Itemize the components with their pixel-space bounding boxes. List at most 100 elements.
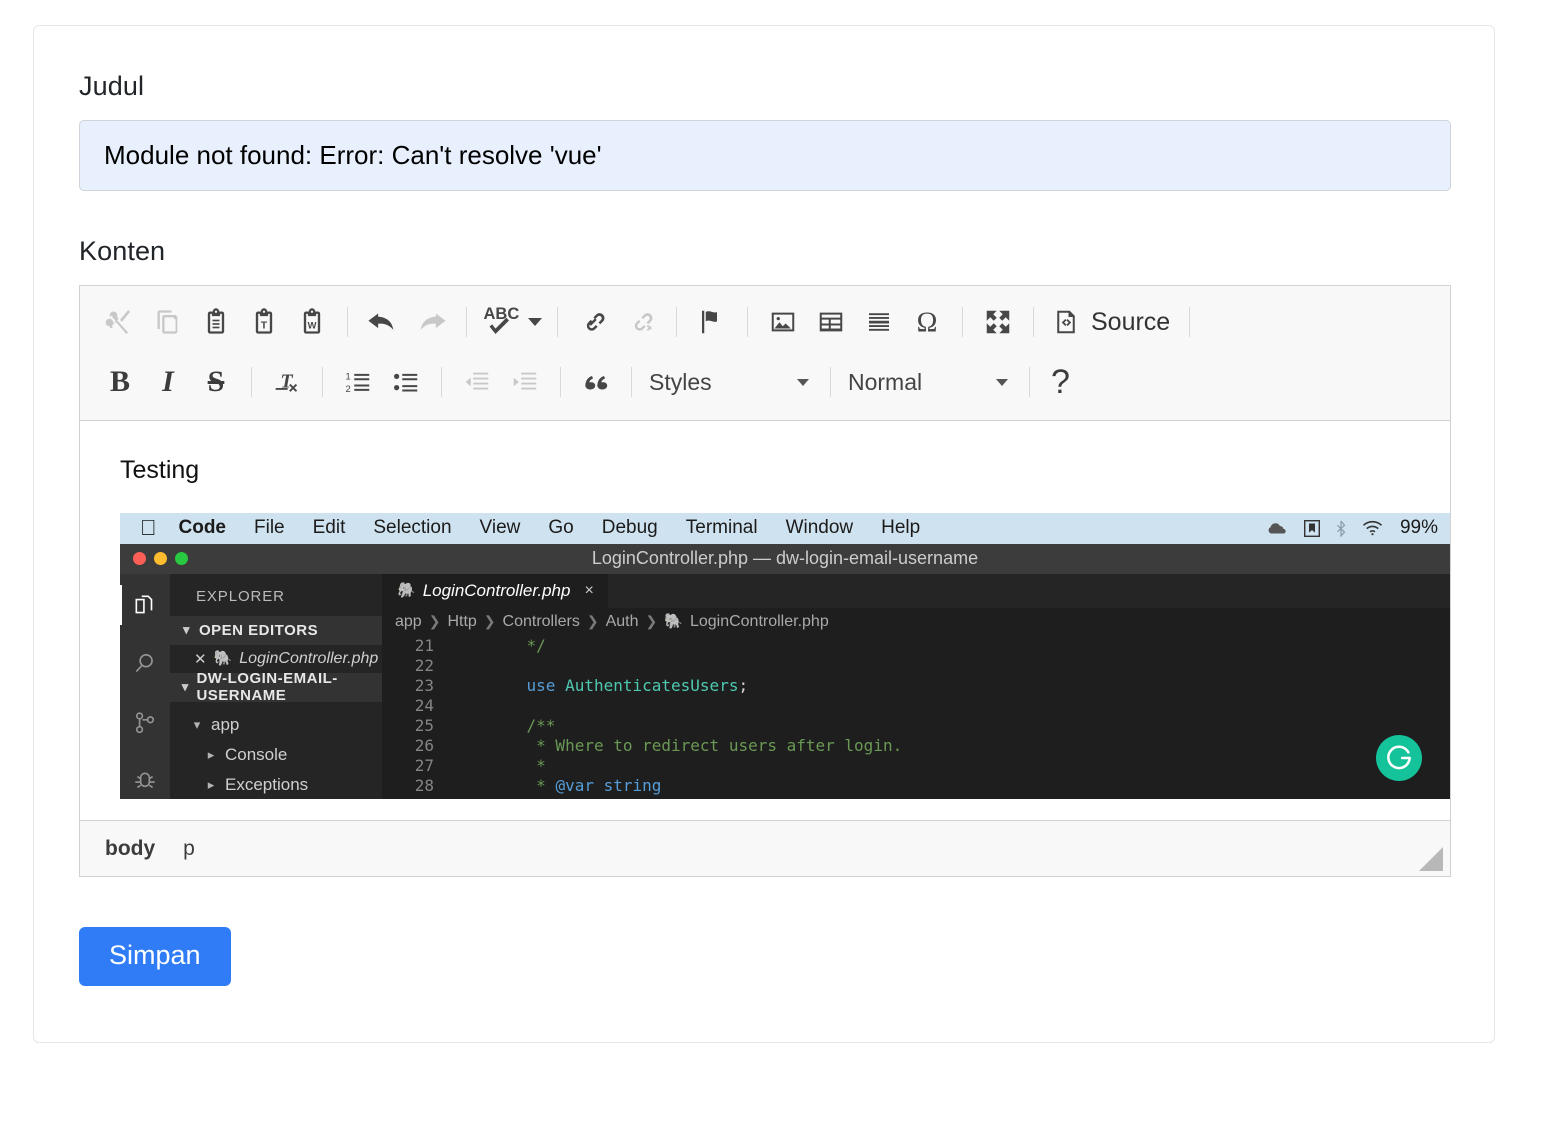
code-line: 28 * @var string	[382, 776, 1450, 796]
resize-handle[interactable]	[1419, 847, 1443, 871]
code-text: * Where to redirect users after login.	[488, 735, 903, 755]
close-icon[interactable]: ×	[584, 582, 593, 600]
code-text: */	[488, 635, 546, 655]
line-number: 29	[382, 796, 452, 799]
strikethrough-button[interactable]: S	[192, 360, 240, 404]
line-number: 24	[414, 695, 434, 715]
italic-button[interactable]: I	[144, 360, 192, 404]
line-number: 22	[414, 655, 434, 675]
tab-label: LoginController.php	[422, 580, 571, 600]
paste-button[interactable]	[192, 300, 240, 344]
editor-tab-logincontroller[interactable]: 🐘 LoginController.php ×	[382, 573, 608, 608]
anchor-button[interactable]	[688, 300, 736, 344]
chevron-down-icon: ▾	[193, 716, 201, 732]
code-line: 22	[382, 656, 1450, 676]
link-button[interactable]	[569, 300, 617, 344]
maximize-button[interactable]	[974, 300, 1022, 344]
open-editor-item[interactable]: ✕ 🐘 LoginController.php ap...	[170, 645, 415, 673]
breadcrumb-item-controllers[interactable]: Controllers	[503, 613, 580, 631]
menu-item-file[interactable]: File	[254, 517, 285, 539]
menu-item-debug[interactable]: Debug	[602, 517, 658, 539]
search-icon[interactable]	[128, 647, 162, 681]
bulleted-list-button[interactable]	[382, 360, 430, 404]
chevron-right-icon: ▸	[207, 746, 215, 762]
project-section[interactable]: ▾ DW-LOGIN-EMAIL-USERNAME	[170, 670, 382, 704]
debug-icon[interactable]	[128, 765, 162, 799]
editor-content-area[interactable]: Testing  Code File Edit Selection View …	[80, 421, 1450, 820]
spell-check-button[interactable]: ABC	[478, 302, 546, 342]
breadcrumb-item-app[interactable]: app	[395, 613, 422, 631]
close-icon[interactable]: ✕	[194, 650, 207, 668]
element-path-body[interactable]: body	[105, 837, 155, 861]
svg-text:W: W	[308, 320, 317, 330]
toolbar-separator	[1029, 367, 1030, 397]
grammarly-icon[interactable]	[1376, 734, 1422, 781]
cloud-icon	[1268, 523, 1286, 534]
menu-item-selection[interactable]: Selection	[373, 517, 451, 539]
tree-item-app[interactable]: ▾ app	[170, 710, 382, 740]
special-character-button[interactable]: Ω	[903, 300, 951, 344]
blockquote-button[interactable]	[572, 360, 620, 404]
line-number: 23	[414, 675, 434, 695]
format-select-label: Normal	[848, 368, 923, 395]
source-button[interactable]: Source	[1045, 300, 1178, 344]
copy-button[interactable]	[144, 300, 192, 344]
php-file-icon: 🐘	[664, 613, 683, 630]
breadcrumb-item-http[interactable]: Http	[447, 613, 476, 631]
cut-button[interactable]	[96, 300, 144, 344]
paste-text-button[interactable]: T	[240, 300, 288, 344]
help-button[interactable]: ?	[1041, 365, 1080, 399]
svg-text:1: 1	[346, 372, 351, 382]
table-button[interactable]	[807, 300, 855, 344]
open-editors-section[interactable]: ▾ OPEN EDITORS	[170, 615, 382, 645]
line-number: 28	[414, 775, 434, 795]
breadcrumb: app ❯ Http ❯ Controllers ❯ Auth ❯ 🐘 Logi…	[382, 608, 1450, 636]
format-select[interactable]: Normal	[842, 360, 1018, 404]
element-path-p[interactable]: p	[183, 837, 195, 861]
horizontal-rule-button[interactable]	[855, 300, 903, 344]
breadcrumb-item-file[interactable]: LoginController.php	[690, 613, 829, 631]
svg-text:T: T	[261, 319, 268, 331]
menu-item-view[interactable]: View	[480, 517, 521, 539]
title-input[interactable]	[79, 120, 1451, 191]
tree-item-label: Exceptions	[225, 774, 309, 794]
chevron-down-icon: ▾	[182, 622, 191, 637]
menu-item-edit[interactable]: Edit	[313, 517, 346, 539]
indent-button[interactable]	[501, 360, 549, 404]
outdent-button[interactable]	[453, 360, 501, 404]
menu-item-terminal[interactable]: Terminal	[686, 517, 758, 539]
image-button[interactable]	[759, 300, 807, 344]
save-button[interactable]: Simpan	[79, 927, 231, 986]
php-file-icon: 🐘	[396, 582, 415, 599]
menu-item-code[interactable]: Code	[179, 517, 227, 539]
strikethrough-icon: S	[207, 365, 225, 398]
code-line: 27 *	[382, 756, 1450, 776]
undo-button[interactable]	[359, 300, 407, 344]
line-number: 27	[414, 755, 434, 775]
editor-tabs: 🐘 LoginController.php ×	[382, 573, 1450, 608]
embedded-screenshot[interactable]:  Code File Edit Selection View Go Debug…	[120, 512, 1450, 799]
menu-item-go[interactable]: Go	[548, 517, 573, 539]
toolbar-separator	[251, 367, 252, 397]
toolbar-separator	[560, 367, 561, 397]
remove-format-button[interactable]: T	[263, 360, 311, 404]
unlink-button[interactable]	[617, 300, 665, 344]
redo-button[interactable]	[407, 300, 455, 344]
svg-text:ABC: ABC	[484, 305, 520, 323]
paste-word-button[interactable]: W	[288, 300, 336, 344]
source-control-icon[interactable]	[128, 706, 162, 740]
numbered-list-button[interactable]: 12	[334, 360, 382, 404]
tree-item-console[interactable]: ▸ Console	[170, 740, 382, 770]
styles-select[interactable]: Styles	[643, 360, 819, 404]
form-card: Judul Konten T	[33, 25, 1495, 1043]
breadcrumb-item-auth[interactable]: Auth	[606, 613, 639, 631]
code-lines[interactable]: 21 */22 23 use AuthenticatesUsers; 24 25 /*…	[382, 636, 1450, 799]
explorer-icon[interactable]	[120, 584, 162, 625]
code-line: 29 */	[382, 796, 1450, 799]
toolbar-separator	[557, 307, 558, 337]
tree-item-exceptions[interactable]: ▸ Exceptions	[170, 770, 382, 799]
menu-item-window[interactable]: Window	[786, 517, 854, 539]
menu-item-help[interactable]: Help	[881, 517, 920, 539]
bold-button[interactable]: B	[96, 360, 144, 404]
sidebar-title: EXPLORER	[196, 587, 285, 605]
